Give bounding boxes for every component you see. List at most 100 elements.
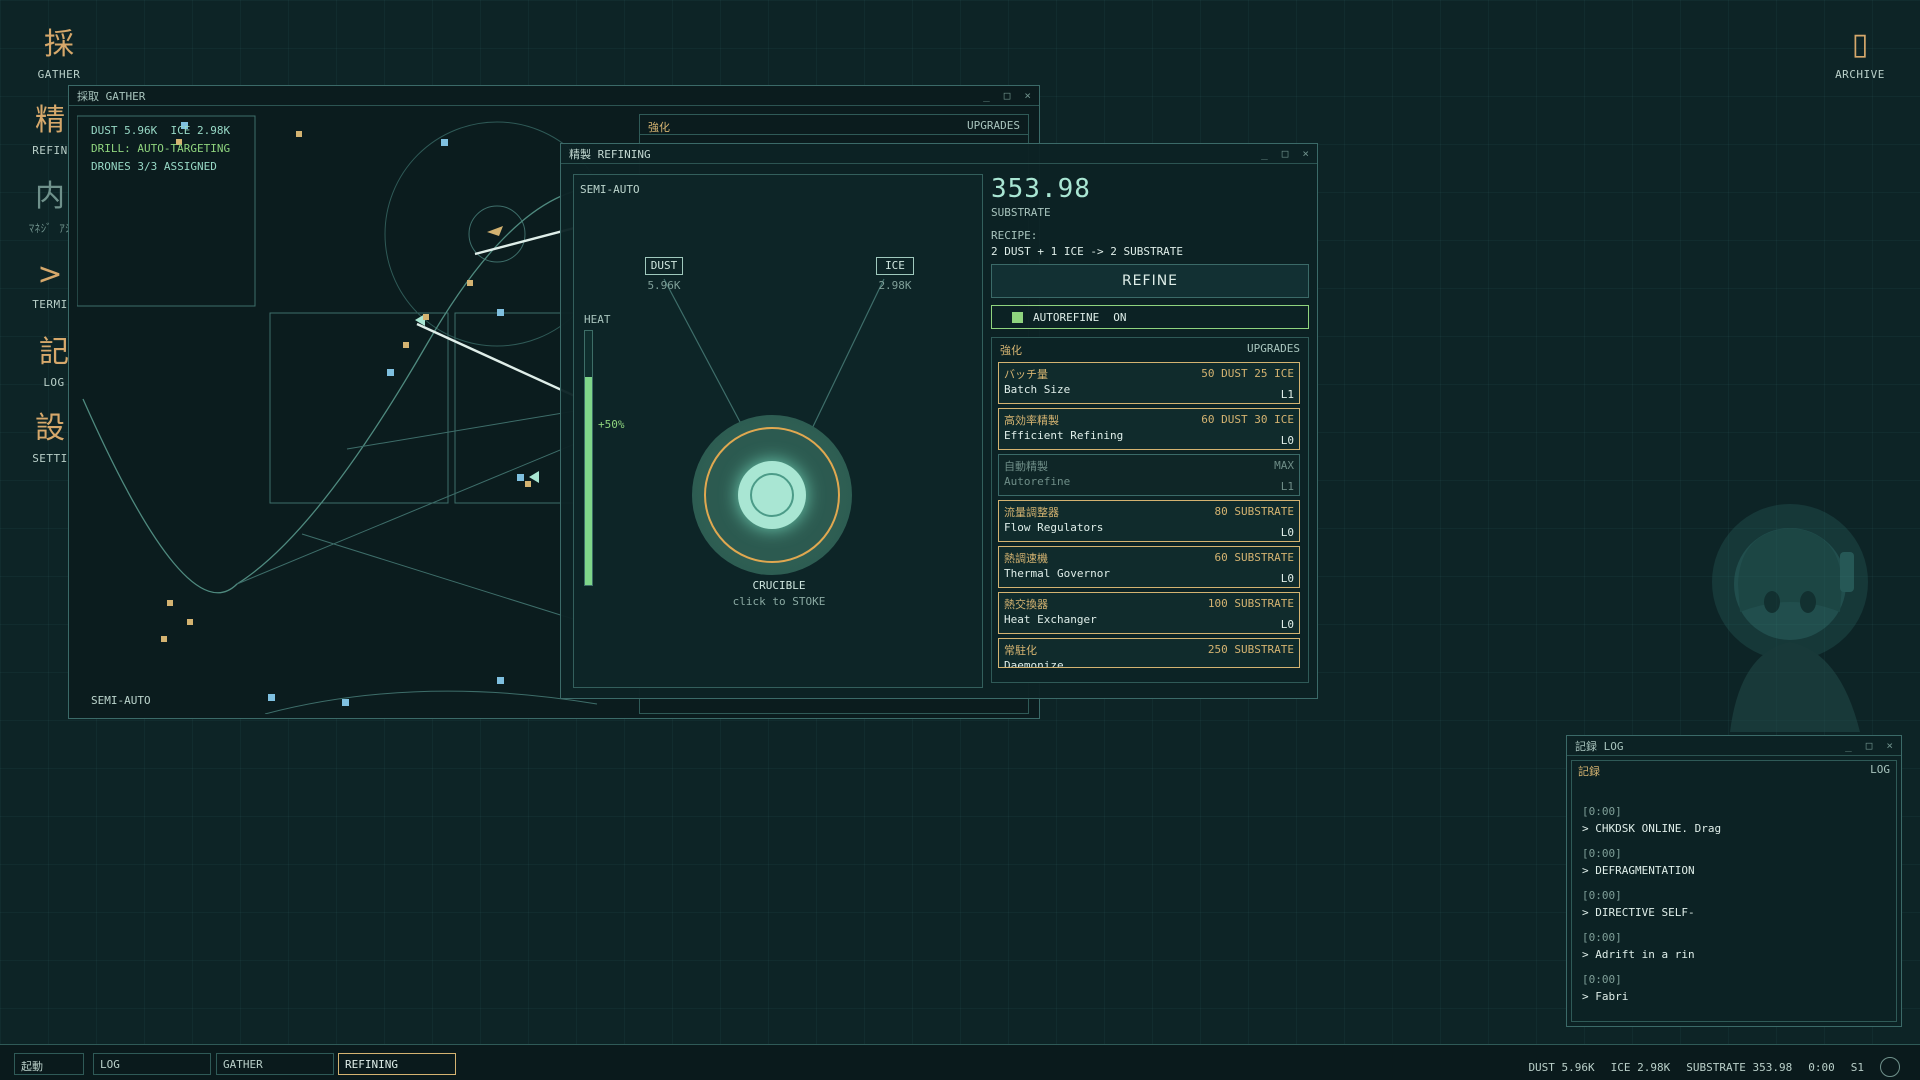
- crucible-panel: SEMI-AUTO DUST 5.96K ICE 2.98K HEAT +50%…: [573, 174, 983, 688]
- ice-amount: 2.98K: [878, 279, 912, 292]
- tray-clock: 0:00: [1808, 1060, 1835, 1074]
- upgrades-title-jp: 強化: [1000, 344, 1022, 357]
- minimize-icon[interactable]: _: [1845, 739, 1852, 752]
- taskbar-item-refining[interactable]: REFINING: [338, 1053, 456, 1075]
- upgrade-cost: 250 SUBSTRATE: [1207, 643, 1294, 656]
- tray-dust: DUST 5.96K: [1528, 1060, 1595, 1074]
- gather-titlebar[interactable]: 採取 GATHER _ □ ×: [69, 86, 1039, 106]
- desktop-icon-gather[interactable]: 採 GATHER: [9, 26, 109, 81]
- dust-input-node[interactable]: DUST: [645, 257, 683, 275]
- gather-drill-status: DRILL: AUTO-TARGETING: [91, 142, 231, 155]
- log-message: > DEFRAGMENTATION: [1582, 864, 1695, 877]
- heat-meter-fill: [585, 376, 592, 585]
- maximize-icon[interactable]: □: [1282, 147, 1289, 160]
- refining-upgrades-panel: 強化 UPGRADES バッチ量 Batch Size 50 DUST 25 I…: [991, 337, 1309, 683]
- ice-input-node[interactable]: ICE: [876, 257, 914, 275]
- upgrade-level: L1: [1280, 480, 1294, 493]
- log-timestamp: [0:00]: [1582, 847, 1622, 860]
- substrate-total: 353.98: [991, 174, 1091, 204]
- upgrade-flow-regulators[interactable]: 流量調整器 Flow Regulators 80 SUBSTRATE L0: [998, 500, 1300, 542]
- autorefine-label: AUTOREFINE: [1033, 310, 1100, 324]
- log-entries: [0:00] > CHKDSK ONLINE. Drag [0:00] > DE…: [1572, 777, 1896, 1003]
- upgrades-title-en: UPGRADES: [967, 119, 1020, 132]
- log-entry: [0:00] > Adrift in a rin: [1582, 931, 1886, 961]
- taskbar-item-gather[interactable]: GATHER: [216, 1053, 334, 1075]
- log-message: > Fabri: [1582, 990, 1629, 1003]
- crucible-label: CRUCIBLE: [752, 579, 806, 592]
- log-window[interactable]: 記録 LOG _ □ × 記録 LOG [0:00] > CHKDSK ONLI…: [1566, 735, 1902, 1027]
- minimize-icon[interactable]: _: [983, 89, 990, 102]
- upgrade-name-en: Thermal Governor: [1004, 567, 1110, 580]
- gather-icon: 採: [44, 27, 74, 62]
- gather-dust-count: DUST 5.96K: [91, 124, 158, 137]
- log-titlebar[interactable]: 記録 LOG _ □ ×: [1567, 736, 1901, 756]
- log-entry: [0:00] > DIRECTIVE SELF-: [1582, 889, 1886, 919]
- upgrade-thermal-governor[interactable]: 熱調速機 Thermal Governor 60 SUBSTRATE L0: [998, 546, 1300, 588]
- log-entry: [0:00] > Fabri: [1582, 973, 1886, 1003]
- upgrade-heat-exchanger[interactable]: 熱交換器 Heat Exchanger 100 SUBSTRATE L0: [998, 592, 1300, 634]
- upgrade-autorefine[interactable]: 自動精製 Autorefine MAX L1: [998, 454, 1300, 496]
- upgrade-cost: MAX: [1274, 459, 1294, 472]
- gather-ice-count: ICE 2.98K: [170, 124, 231, 137]
- window-title: 記録 LOG: [1575, 739, 1624, 753]
- upgrade-level: L0: [1280, 434, 1294, 447]
- upgrade-name-en: Autorefine: [1004, 475, 1071, 488]
- window-title: 採取 GATHER: [77, 89, 146, 103]
- autorefine-toggle[interactable]: AUTOREFINE ON: [991, 305, 1309, 329]
- log-message: > CHKDSK ONLINE. Drag: [1582, 822, 1722, 835]
- heat-label: HEAT: [584, 313, 611, 326]
- refining-window[interactable]: 精製 REFINING _ □ × SEMI-AUTO DUST 5.96K I…: [560, 143, 1318, 699]
- close-icon[interactable]: ×: [1886, 739, 1893, 752]
- crucible-core: [738, 461, 806, 529]
- upgrade-daemonize[interactable]: 常駐化 Daemonize 250 SUBSTRATE: [998, 638, 1300, 668]
- gather-drones-status: DRONES 3/3 ASSIGNED: [91, 160, 217, 173]
- recipe-text: 2 DUST + 1 ICE -> 2 SUBSTRATE: [991, 245, 1184, 258]
- log-timestamp: [0:00]: [1582, 973, 1622, 986]
- log-entry: [0:00] > CHKDSK ONLINE. Drag: [1582, 805, 1886, 835]
- gauge-icon[interactable]: [1880, 1057, 1900, 1077]
- tray-slot: S1: [1850, 1060, 1864, 1074]
- log-title-jp: 記録: [1578, 765, 1600, 778]
- substrate-label: SUBSTRATE: [991, 206, 1051, 219]
- upgrades-title-jp: 強化: [648, 121, 670, 134]
- log-panel[interactable]: 記録 LOG [0:00] > CHKDSK ONLINE. Drag [0:0…: [1571, 760, 1897, 1022]
- desktop-icon-archive[interactable]: ▯ ARCHIVE: [1810, 26, 1910, 81]
- upgrade-name-en: Batch Size: [1004, 383, 1071, 396]
- system-tray: DUST 5.96K ICE 2.98K SUBSTRATE 353.98 0:…: [1528, 1057, 1900, 1077]
- close-icon[interactable]: ×: [1024, 89, 1031, 102]
- window-title: 精製 REFINING: [569, 147, 651, 161]
- upgrade-cost: 100 SUBSTRATE: [1207, 597, 1294, 610]
- heat-bonus-label: +50%: [598, 418, 625, 431]
- upgrade-level: L0: [1280, 618, 1294, 631]
- upgrade-name-en: Heat Exchanger: [1004, 613, 1097, 626]
- maximize-icon[interactable]: □: [1004, 89, 1011, 102]
- log-timestamp: [0:00]: [1582, 805, 1622, 818]
- refine-button[interactable]: REFINE: [991, 264, 1309, 298]
- upgrade-efficient-refining[interactable]: 高効率精製 Efficient Refining 60 DUST 30 ICE …: [998, 408, 1300, 450]
- autorefine-checkbox-icon: [1012, 311, 1023, 323]
- log-entry: [0:00] > DEFRAGMENTATION: [1582, 847, 1886, 877]
- upgrade-level: L1: [1280, 388, 1294, 401]
- upgrades-title-en: UPGRADES: [1247, 342, 1300, 355]
- desktop-icon-label: GATHER: [37, 68, 81, 81]
- taskbar: 起動 LOG GATHER REFINING DUST 5.96K ICE 2.…: [0, 1044, 1920, 1080]
- crucible-core-ring: [750, 473, 794, 517]
- log-timestamp: [0:00]: [1582, 931, 1622, 944]
- upgrade-batch-size[interactable]: バッチ量 Batch Size 50 DUST 25 ICE L1: [998, 362, 1300, 404]
- recipe-label: RECIPE:: [991, 229, 1038, 242]
- refining-controls: 353.98 SUBSTRATE RECIPE: 2 DUST + 1 ICE …: [991, 174, 1309, 694]
- crucible-hint: click to STOKE: [732, 595, 826, 608]
- upgrade-cost: 60 DUST 30 ICE: [1201, 413, 1294, 426]
- taskbar-item-log[interactable]: LOG: [93, 1053, 211, 1075]
- crucible-button[interactable]: [692, 415, 852, 575]
- gather-status: DUST 5.96K ICE 2.98K DRILL: AUTO-TARGETI…: [91, 122, 230, 176]
- autorefine-state: ON: [1113, 310, 1127, 324]
- refining-titlebar[interactable]: 精製 REFINING _ □ ×: [561, 144, 1317, 164]
- maximize-icon[interactable]: □: [1866, 739, 1873, 752]
- log-message: > DIRECTIVE SELF-: [1582, 906, 1695, 919]
- tray-ice: ICE 2.98K: [1610, 1060, 1671, 1074]
- minimize-icon[interactable]: _: [1261, 147, 1268, 160]
- mascot-illustration: [1712, 504, 1868, 732]
- start-button[interactable]: 起動: [14, 1053, 84, 1075]
- close-icon[interactable]: ×: [1302, 147, 1309, 160]
